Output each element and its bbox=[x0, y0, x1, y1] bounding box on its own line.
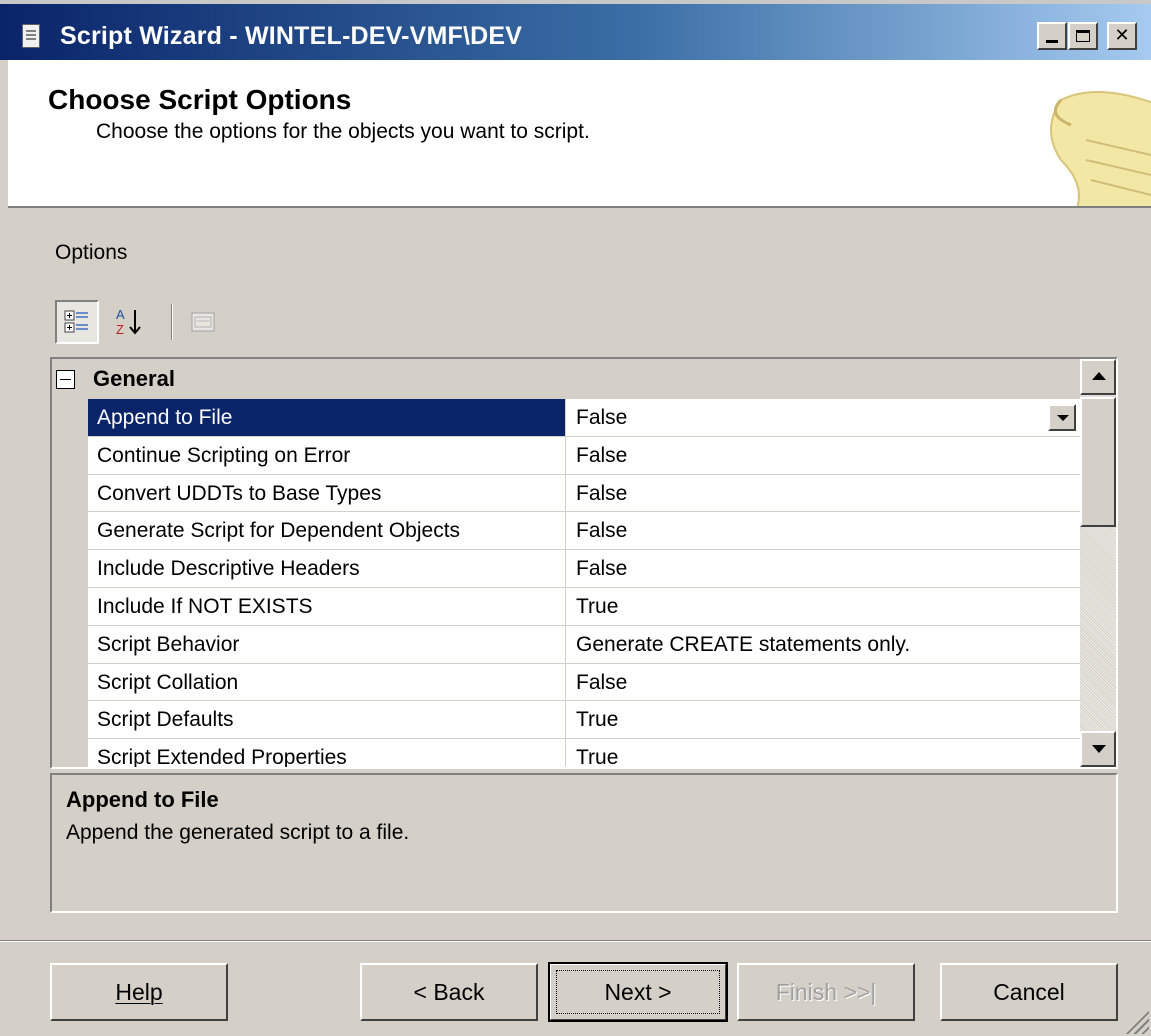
scroll-down-icon[interactable] bbox=[1080, 731, 1116, 767]
toolbar-separator bbox=[171, 304, 173, 340]
cancel-button[interactable]: Cancel bbox=[940, 963, 1118, 1021]
property-row[interactable]: Include If NOT EXISTS True bbox=[88, 587, 1080, 626]
property-row[interactable]: Include Descriptive Headers False bbox=[88, 550, 1080, 588]
property-row[interactable]: Generate Script for Dependent Objects Fa… bbox=[88, 512, 1080, 551]
vertical-scrollbar[interactable] bbox=[1080, 359, 1116, 767]
category-name: General bbox=[93, 366, 175, 391]
chevron-down-icon[interactable] bbox=[1048, 404, 1076, 431]
window-title: Script Wizard - WINTEL-DEV-VMF\DEV bbox=[60, 22, 523, 50]
page-title: Choose Script Options bbox=[48, 84, 352, 115]
property-pages-button[interactable] bbox=[181, 300, 225, 344]
property-row[interactable]: Script Extended Properties True bbox=[88, 739, 1080, 767]
close-button[interactable]: ✕ bbox=[1107, 22, 1137, 50]
property-row[interactable]: Continue Scripting on Error False bbox=[88, 436, 1080, 475]
property-row-append-to-file[interactable]: Append to File False bbox=[88, 399, 1080, 437]
property-pages-icon bbox=[191, 312, 215, 332]
property-name: Include Descriptive Headers bbox=[88, 550, 566, 587]
property-rows: Append to File False Continue Scripting … bbox=[88, 399, 1080, 767]
page-subtitle: Choose the options for the objects you w… bbox=[96, 120, 590, 143]
description-text: Append the generated script to a file. bbox=[66, 821, 410, 844]
finish-label: Finish >>| bbox=[775, 978, 877, 1005]
property-name: Continue Scripting on Error bbox=[88, 436, 566, 474]
property-name: Script Collation bbox=[88, 663, 566, 701]
back-label: < Back bbox=[413, 978, 485, 1005]
property-name: Script Behavior bbox=[88, 625, 566, 663]
property-row[interactable]: Script Collation False bbox=[88, 663, 1080, 702]
maximize-icon bbox=[1076, 30, 1090, 42]
back-button[interactable]: < Back bbox=[360, 963, 538, 1021]
focus-rect bbox=[556, 970, 720, 1014]
property-name: Convert UDDTs to Base Types bbox=[88, 474, 566, 512]
sort-az-icon: A Z bbox=[116, 307, 141, 337]
property-name: Script Defaults bbox=[88, 701, 566, 739]
help-button[interactable]: Help bbox=[50, 963, 228, 1021]
script-wizard-window: Script Wizard - WINTEL-DEV-VMF\DEV ✕ Cho… bbox=[0, 0, 1151, 1036]
description-title: Append to File bbox=[66, 787, 219, 812]
maximize-button[interactable] bbox=[1068, 22, 1098, 50]
categorized-icon bbox=[64, 310, 88, 333]
title-bar[interactable]: Script Wizard - WINTEL-DEV-VMF\DEV ✕ bbox=[0, 0, 1151, 60]
description-panel: Append to File Append the generated scri… bbox=[50, 773, 1118, 913]
resize-grip-icon[interactable] bbox=[1123, 1008, 1149, 1034]
cancel-label: Cancel bbox=[993, 978, 1065, 1005]
svg-text:Z: Z bbox=[116, 322, 124, 337]
svg-text:A: A bbox=[116, 307, 125, 322]
script-scroll-icon bbox=[1050, 91, 1151, 206]
finish-button[interactable]: Finish >>| bbox=[737, 963, 915, 1021]
categorized-button[interactable] bbox=[55, 300, 99, 344]
property-row[interactable]: Script Behavior Generate CREATE statemen… bbox=[88, 625, 1080, 664]
property-value[interactable]: False bbox=[567, 512, 1080, 549]
property-name: Include If NOT EXISTS bbox=[88, 587, 566, 625]
property-value[interactable]: False bbox=[567, 475, 1080, 512]
close-icon: ✕ bbox=[1114, 25, 1130, 46]
property-name: Script Extended Properties bbox=[88, 739, 566, 767]
category-general[interactable]: General bbox=[52, 359, 1080, 399]
minimize-icon bbox=[1046, 39, 1058, 43]
options-label: Options bbox=[55, 241, 127, 265]
property-value[interactable]: True bbox=[567, 739, 1080, 767]
options-label-text: Options bbox=[55, 241, 128, 264]
property-value[interactable]: False bbox=[567, 550, 1080, 587]
next-button[interactable]: Next > bbox=[548, 962, 728, 1022]
help-label: Help bbox=[115, 978, 163, 1005]
property-value[interactable]: False bbox=[567, 664, 1080, 701]
app-icon bbox=[22, 24, 40, 48]
property-name: Append to File bbox=[88, 399, 566, 436]
property-row[interactable]: Script Defaults True bbox=[88, 701, 1080, 740]
property-value[interactable]: False bbox=[567, 399, 1080, 436]
property-value[interactable]: Generate CREATE statements only. bbox=[567, 626, 1080, 663]
button-separator bbox=[0, 940, 1151, 942]
property-value[interactable]: True bbox=[567, 588, 1080, 625]
property-value[interactable]: False bbox=[567, 437, 1080, 474]
property-grid-content: General Append to File False Continue Sc… bbox=[52, 359, 1080, 767]
alphabetical-button[interactable]: A Z bbox=[107, 300, 151, 344]
minimize-button[interactable] bbox=[1037, 22, 1067, 50]
property-value[interactable]: True bbox=[567, 701, 1080, 738]
property-name: Generate Script for Dependent Objects bbox=[88, 512, 566, 550]
collapse-icon[interactable] bbox=[56, 369, 75, 389]
scroll-thumb[interactable] bbox=[1080, 397, 1116, 527]
wizard-header: Choose Script Options Choose the options… bbox=[8, 60, 1151, 208]
scroll-up-icon[interactable] bbox=[1080, 359, 1116, 395]
property-grid: General Append to File False Continue Sc… bbox=[50, 357, 1118, 769]
property-row[interactable]: Convert UDDTs to Base Types False bbox=[88, 474, 1080, 513]
